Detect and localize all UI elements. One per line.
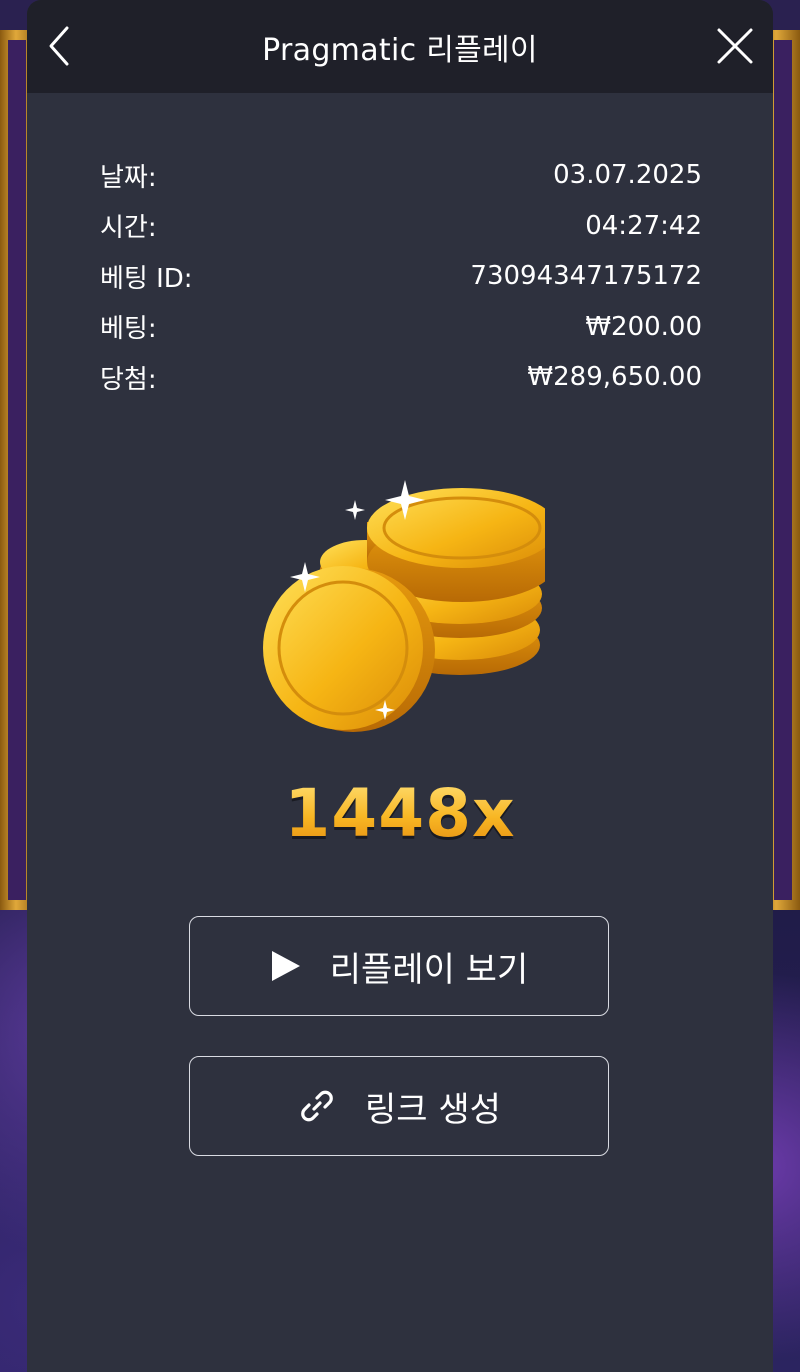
play-icon [271, 951, 300, 981]
detail-value: 04:27:42 [585, 210, 702, 241]
view-replay-label: 리플레이 보기 [329, 949, 529, 990]
bet-details: 날짜: 03.07.2025 시간: 04:27:42 베팅 ID: 73094… [100, 150, 702, 403]
detail-label: 베팅 ID: [100, 263, 193, 294]
create-link-label: 링크 생성 [365, 1089, 501, 1130]
detail-label: 당첨: [100, 364, 157, 395]
detail-value: 03.07.2025 [553, 160, 702, 191]
detail-label: 날짜: [100, 162, 157, 193]
create-link-button[interactable]: 링크 생성 [189, 1056, 609, 1156]
detail-row-time: 시간: 04:27:42 [100, 201, 702, 252]
detail-row-bet-id: 베팅 ID: 73094347175172 [100, 251, 702, 302]
close-icon [717, 28, 753, 64]
view-replay-button[interactable]: 리플레이 보기 [189, 916, 609, 1016]
win-multiplier: 1448x [27, 775, 773, 852]
detail-label: 시간: [100, 213, 157, 244]
detail-row-win: 당첨: ₩289,650.00 [100, 352, 702, 403]
background-frame-inner-left [8, 40, 26, 900]
page-title: Pragmatic 리플레이 [262, 32, 538, 68]
link-icon [301, 1090, 333, 1122]
background-frame-inner-right [774, 40, 792, 900]
detail-value: 73094347175172 [470, 261, 702, 292]
detail-value: ₩289,650.00 [527, 362, 702, 393]
detail-row-date: 날짜: 03.07.2025 [100, 150, 702, 201]
modal-header: Pragmatic 리플레이 [27, 0, 773, 93]
gold-coins-icon [263, 480, 545, 732]
close-button[interactable] [715, 26, 755, 66]
detail-label: 베팅: [100, 314, 157, 345]
chevron-left-icon [49, 26, 69, 66]
back-button[interactable] [41, 22, 81, 70]
detail-row-bet: 베팅: ₩200.00 [100, 302, 702, 353]
detail-value: ₩200.00 [585, 311, 702, 342]
replay-modal: Pragmatic 리플레이 날짜: 03.07.2025 시간: 04:27:… [27, 0, 773, 1372]
